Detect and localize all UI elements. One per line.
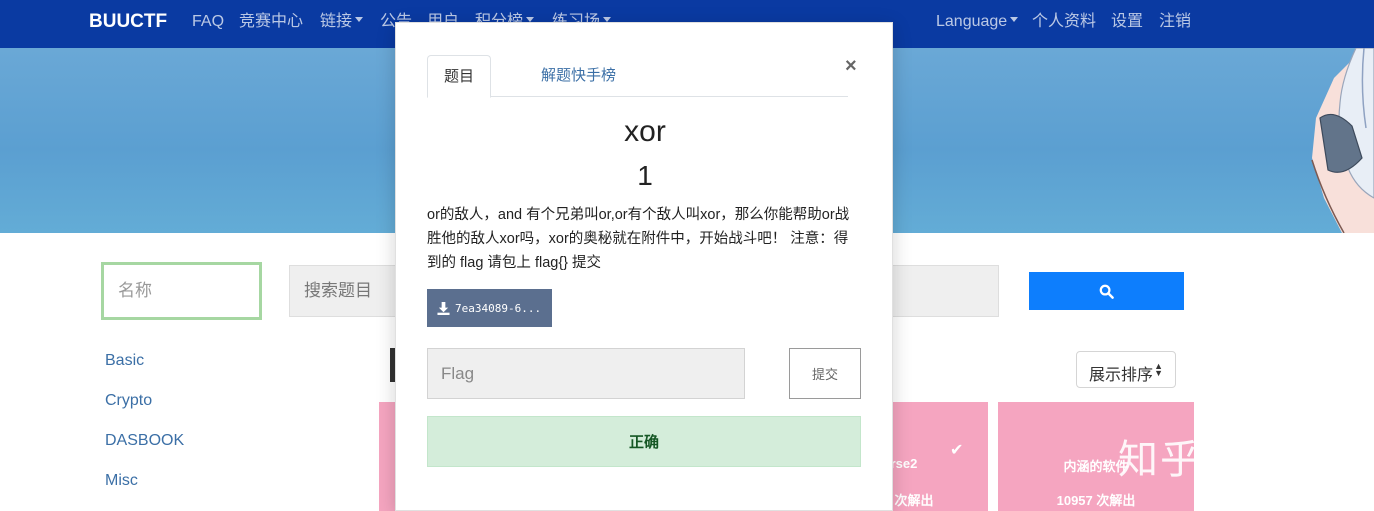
tab-challenge[interactable]: 题目	[427, 55, 492, 98]
anime-character-illustration	[1311, 48, 1374, 233]
chevron-down-icon	[1010, 17, 1019, 23]
modal-tabs: 题目 解题快手榜	[427, 55, 848, 98]
nav-settings[interactable]: 设置	[1111, 0, 1143, 48]
close-icon[interactable]: ×	[845, 56, 857, 76]
download-icon	[437, 301, 450, 315]
check-icon: ✔	[950, 442, 964, 459]
challenge-modal: 题目 解题快手榜 × xor 1 or的敌人，and 有个兄弟叫or,or有个敌…	[395, 22, 893, 511]
challenge-description: or的敌人，and 有个兄弟叫or,or有个敌人叫xor，那么你能帮助or战胜他…	[427, 207, 850, 271]
nav-faq[interactable]: FAQ	[192, 0, 224, 48]
select-arrows-icon: ▲ ▼	[1154, 361, 1163, 378]
nav-language-label: Language	[936, 13, 1008, 30]
nav-links[interactable]: 链接	[320, 0, 364, 48]
category-misc[interactable]: Misc	[105, 472, 138, 490]
zhihu-watermark: 知乎 @暖阳	[1118, 437, 1343, 483]
brand-logo[interactable]: BUUCTF	[89, 0, 167, 48]
sort-select[interactable]: 展示排序 ▲ ▼	[1076, 351, 1176, 388]
chevron-down-icon	[355, 17, 364, 23]
challenge-card-solves: 10957 次解出	[1056, 493, 1136, 508]
challenge-card-title: rse2	[892, 456, 918, 471]
nav-links-label: 链接	[320, 13, 353, 30]
category-basic[interactable]: Basic	[105, 352, 144, 370]
category-crypto[interactable]: Crypto	[105, 392, 152, 410]
challenge-card[interactable]: ✔ rse2 次解出	[892, 402, 988, 511]
category-dasbook[interactable]: DASBOOK	[105, 432, 184, 450]
search-button[interactable]	[1029, 272, 1184, 310]
sort-select-value: 展示排序	[1089, 367, 1154, 384]
nav-language[interactable]: Language	[936, 0, 1019, 48]
name-filter-input[interactable]	[101, 262, 262, 320]
challenge-card-solves: 次解出	[894, 493, 934, 508]
flag-input[interactable]	[427, 348, 745, 399]
submit-flag-button[interactable]: 提交	[789, 348, 861, 399]
nav-competition-center[interactable]: 竞赛中心	[239, 0, 303, 48]
nav-profile[interactable]: 个人资料	[1032, 0, 1096, 48]
challenge-value: 1	[637, 160, 653, 191]
challenge-name: xor	[624, 115, 666, 148]
submission-result-alert: 正确	[427, 416, 861, 467]
attachment-download-button[interactable]: 7ea34089-6...	[427, 289, 552, 327]
nav-logout[interactable]: 注销	[1159, 0, 1191, 48]
search-icon	[1099, 284, 1114, 299]
attachment-filename: 7ea34089-6...	[455, 301, 542, 315]
tab-fastest-solvers[interactable]: 解题快手榜	[525, 55, 632, 97]
